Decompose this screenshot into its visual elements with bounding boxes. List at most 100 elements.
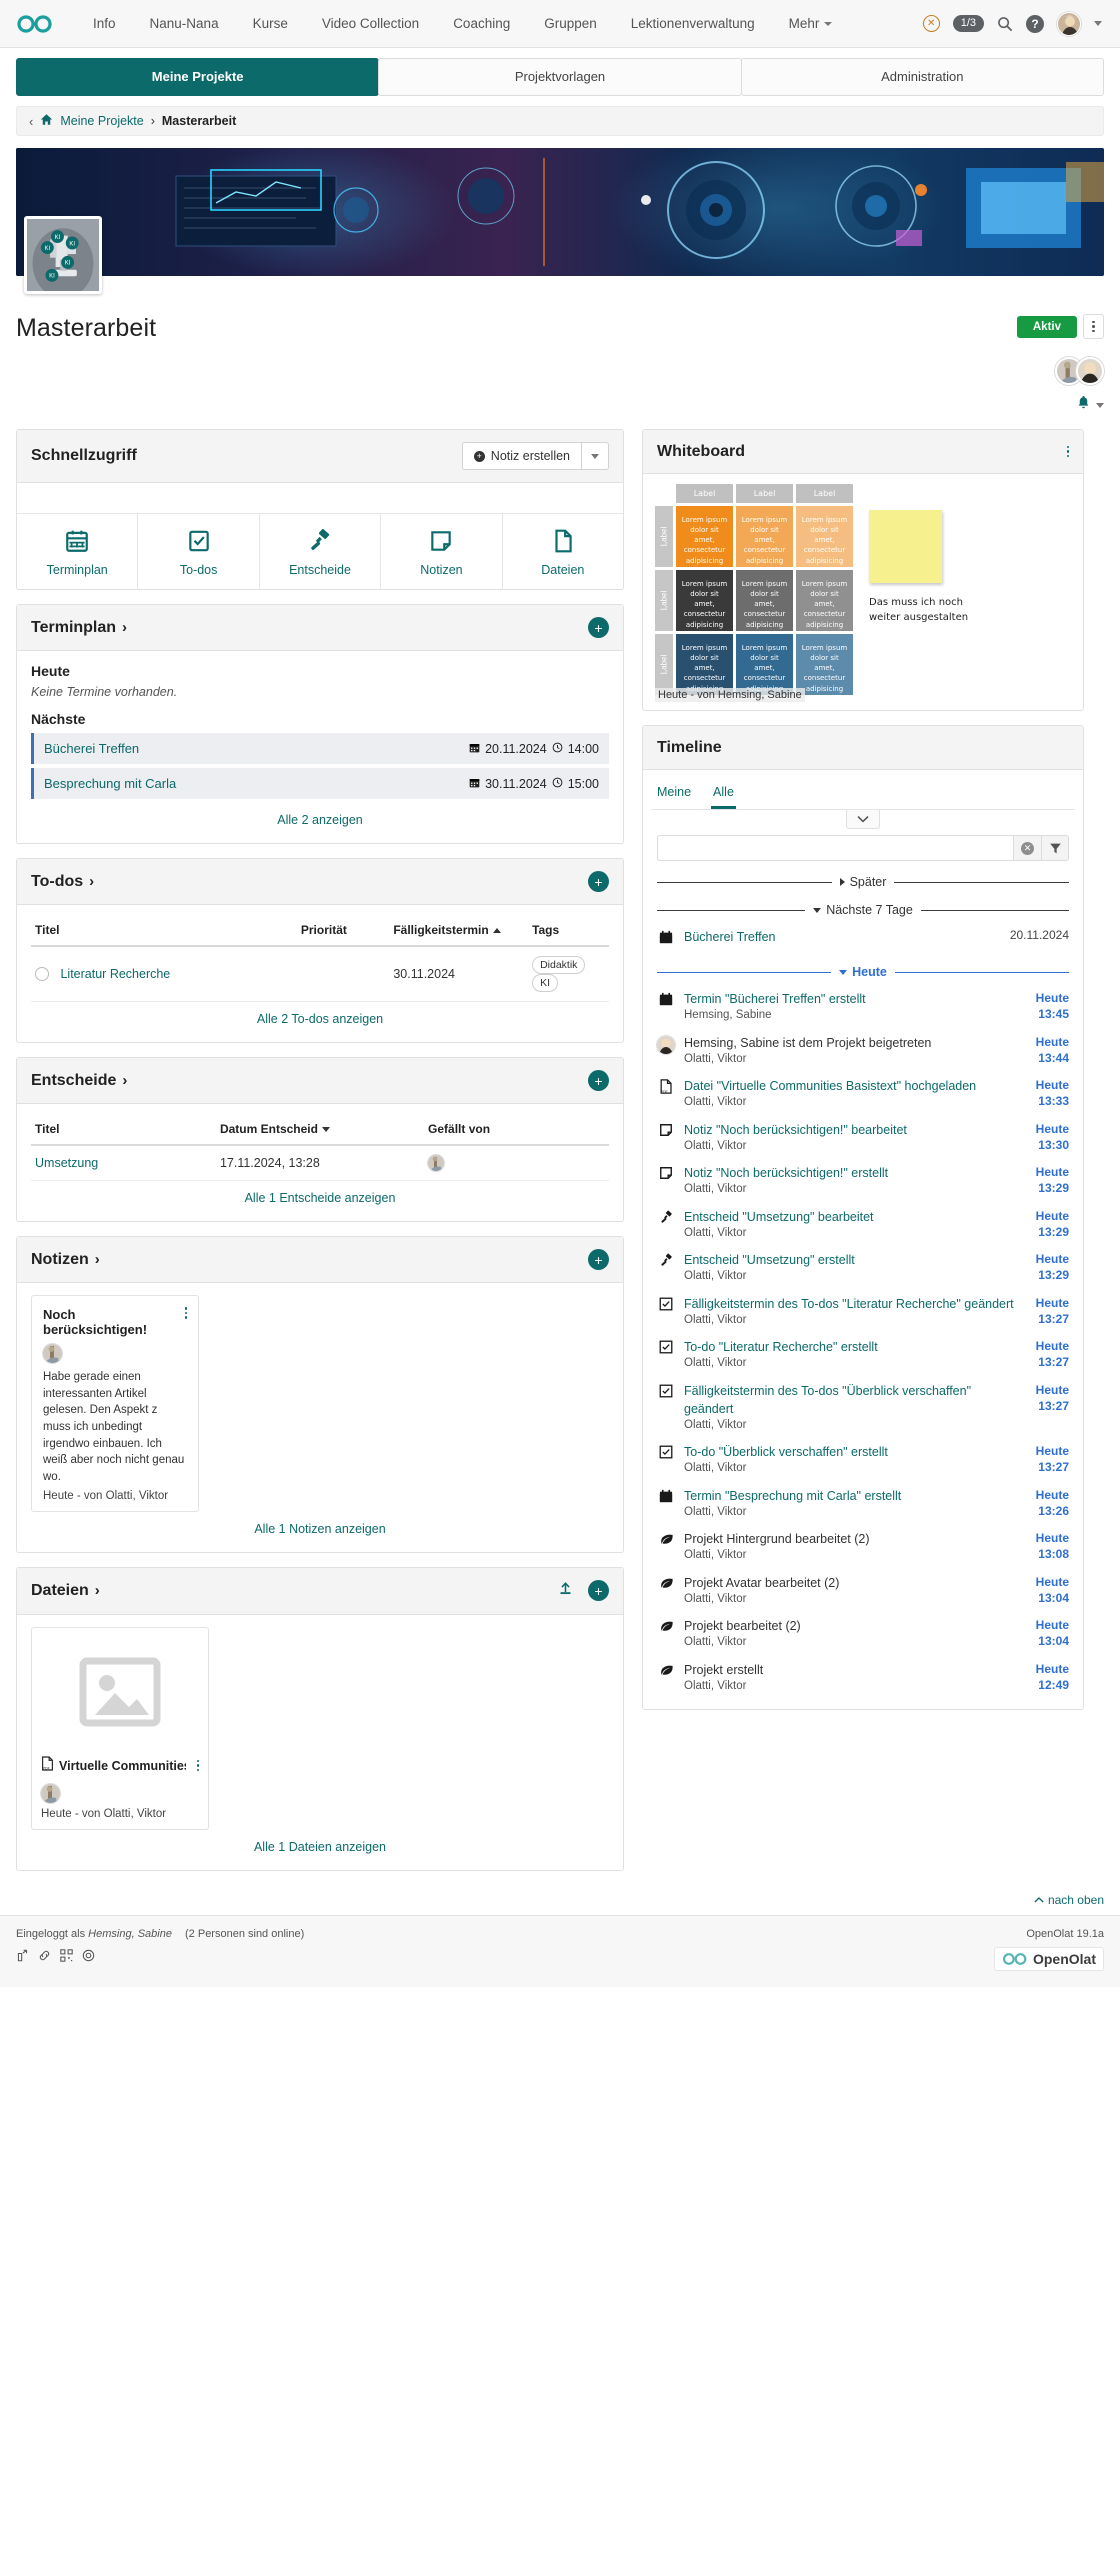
avatar[interactable] [43,1344,62,1363]
timeline-item[interactable]: Notiz "Noch berücksichtigen!" erstelltOl… [651,1159,1075,1203]
timeline-item-title[interactable]: Bücherei Treffen [684,930,776,944]
tab-meine[interactable]: Meine [655,782,693,809]
file-card[interactable]: PDF Virtuelle Communities Ba… Heute - vo… [31,1627,209,1830]
help-icon[interactable]: ? [1026,15,1044,33]
timeline-item-title[interactable]: Notiz "Noch berücksichtigen!" erstellt [684,1166,888,1180]
timeline-item-title[interactable]: Datei "Virtuelle Communities Basistext" … [684,1079,976,1093]
upload-icon[interactable] [557,1580,574,1602]
create-dropdown-button[interactable] [582,442,609,470]
timeline-item[interactable]: Entscheid "Umsetzung" bearbeitetOlatti, … [651,1203,1075,1247]
tab-meine-projekte[interactable]: Meine Projekte [16,58,379,96]
timeline-item-title[interactable]: To-do "Überblick verschaffen" erstellt [684,1445,888,1459]
timeline-item[interactable]: Projekt erstelltOlatti, ViktorHeute12:49 [651,1656,1075,1700]
share-icon[interactable] [16,1949,29,1965]
col-titel[interactable]: Titel [31,917,297,946]
tab-administration[interactable]: Administration [741,58,1104,96]
close-circle-icon[interactable]: ✕ [923,15,940,32]
timeline-item[interactable]: Hemsing, Sabine ist dem Projekt beigetre… [651,1029,1075,1073]
panel-title[interactable]: To-dos › [31,873,94,891]
timeline-item[interactable]: To-do "Überblick verschaffen" erstelltOl… [651,1438,1075,1482]
timeline-item[interactable]: Termin "Bücherei Treffen" erstelltHemsin… [651,985,1075,1029]
project-avatar[interactable]: KIKIKI KIKI [24,216,102,294]
search-input[interactable] [657,835,1013,861]
timeline-group-spaeter[interactable]: Später [657,875,1069,889]
nav-item-video-collection[interactable]: Video Collection [305,0,436,48]
more-vertical-icon[interactable] [179,1307,188,1319]
infinity-logo[interactable] [16,14,54,34]
table-row[interactable]: Literatur Recherche 30.11.2024 DidaktikK… [31,946,609,1002]
event-title[interactable]: Besprechung mit Carla [44,776,176,791]
tab-projektvorlagen[interactable]: Projektvorlagen [378,58,741,96]
nav-item-coaching[interactable]: Coaching [436,0,527,48]
home-icon[interactable] [40,113,53,129]
bell-icon[interactable] [1077,395,1090,415]
back-to-top-link[interactable]: nach oben [1034,1893,1104,1907]
create-note-button[interactable]: + Notiz erstellen [462,442,582,470]
footer-brand[interactable]: OpenOlat [994,1947,1104,1971]
more-vertical-icon[interactable] [191,1760,200,1772]
timeline-item[interactable]: Projekt bearbeitet (2)Olatti, ViktorHeut… [651,1612,1075,1656]
clear-search-button[interactable]: ✕ [1013,835,1041,861]
add-entscheid-button[interactable]: + [588,1070,609,1091]
col-tags[interactable]: Tags [528,917,609,946]
col-faelligkeitstermin[interactable]: Fälligkeitstermin [389,917,528,946]
timeline-item-title[interactable]: Notiz "Noch berücksichtigen!" bearbeitet [684,1123,907,1137]
timeline-item[interactable]: Notiz "Noch berücksichtigen!" bearbeitet… [651,1116,1075,1160]
timeline-item-title[interactable]: Fälligkeitstermin des To-dos "Überblick … [684,1384,971,1416]
note-card[interactable]: Noch berücksichtigen! Habe gerade einen … [31,1295,199,1512]
chevron-down-icon[interactable] [1094,21,1102,26]
panel-title[interactable]: Dateien › [31,1582,100,1600]
filter-button[interactable] [1041,835,1069,861]
entscheide-show-all-link[interactable]: Alle 1 Entscheide anzeigen [31,1181,609,1207]
quickaccess-tile-terminplan[interactable]: Terminplan [17,514,138,589]
target-icon[interactable] [82,1949,95,1965]
timeline-item[interactable]: To-do "Literatur Recherche" erstelltOlat… [651,1333,1075,1377]
breadcrumb-root[interactable]: Meine Projekte [60,114,143,128]
todo-checkbox[interactable] [35,967,49,981]
timeline-item-title[interactable]: To-do "Literatur Recherche" erstellt [684,1340,878,1354]
notizen-show-all-link[interactable]: Alle 1 Notizen anzeigen [31,1512,609,1538]
timeline-item[interactable]: Bücherei Treffen 20.11.2024 [651,923,1075,951]
quickaccess-tile-entscheide[interactable]: Entscheide [260,514,381,589]
timeline-item[interactable]: PDFDatei "Virtuelle Communities Basistex… [651,1072,1075,1116]
panel-title[interactable]: Entscheide › [31,1072,127,1090]
timeline-item[interactable]: Fälligkeitstermin des To-dos "Literatur … [651,1290,1075,1334]
chevron-left-icon[interactable]: ‹ [29,114,33,129]
timeline-group-heute[interactable]: Heute [657,965,1069,979]
terminplan-show-all-link[interactable]: Alle 2 anzeigen [31,803,609,829]
col-titel[interactable]: Titel [31,1116,216,1145]
todo-title[interactable]: Literatur Recherche [60,967,170,981]
timeline-item-title[interactable]: Entscheid "Umsetzung" erstellt [684,1253,855,1267]
panel-title[interactable]: Notizen › [31,1251,100,1269]
avatar[interactable] [41,1784,60,1803]
timeline-item[interactable]: Fälligkeitstermin des To-dos "Überblick … [651,1377,1075,1439]
timeline-item-title[interactable]: Termin "Bücherei Treffen" erstellt [684,992,866,1006]
quickaccess-tile-notizen[interactable]: Notizen [381,514,502,589]
link-icon[interactable] [38,1949,51,1965]
avatar[interactable] [428,1155,444,1171]
event-title[interactable]: Bücherei Treffen [44,741,139,756]
table-row[interactable]: Umsetzung 17.11.2024, 13:28 [31,1145,609,1181]
tab-alle[interactable]: Alle [711,782,736,809]
project-more-button[interactable] [1083,314,1104,339]
pager-badge[interactable]: 1/3 [953,15,984,32]
whiteboard-body[interactable]: Label Label Label Label Lorem ipsum dolo… [643,474,1083,710]
list-item[interactable]: Besprechung mit Carla 30.11.2024 15:00 [31,768,609,799]
timeline-group-naechste-7-tage[interactable]: Nächste 7 Tage [657,903,1069,917]
search-icon[interactable] [997,16,1013,32]
chevron-down-icon[interactable] [1096,403,1104,408]
todos-show-all-link[interactable]: Alle 2 To-dos anzeigen [31,1002,609,1028]
list-item[interactable]: Bücherei Treffen 20.11.2024 14:00 [31,733,609,764]
timeline-item[interactable]: Projekt Avatar bearbeitet (2)Olatti, Vik… [651,1569,1075,1613]
quickaccess-tile-dateien[interactable]: Dateien [503,514,623,589]
timeline-item[interactable]: Termin "Besprechung mit Carla" erstelltO… [651,1482,1075,1526]
nav-item-kurse[interactable]: Kurse [236,0,305,48]
add-datei-button[interactable]: + [588,1580,609,1601]
status-badge[interactable]: Aktiv [1017,316,1077,338]
entscheid-title[interactable]: Umsetzung [35,1156,98,1170]
whiteboard-canvas[interactable]: Label Label Label Label Lorem ipsum dolo… [655,484,1071,698]
dateien-show-all-link[interactable]: Alle 1 Dateien anzeigen [31,1830,609,1856]
more-vertical-icon[interactable] [1067,446,1070,458]
nav-item-mehr[interactable]: Mehr [772,0,850,48]
nav-item-info[interactable]: Info [76,0,133,48]
